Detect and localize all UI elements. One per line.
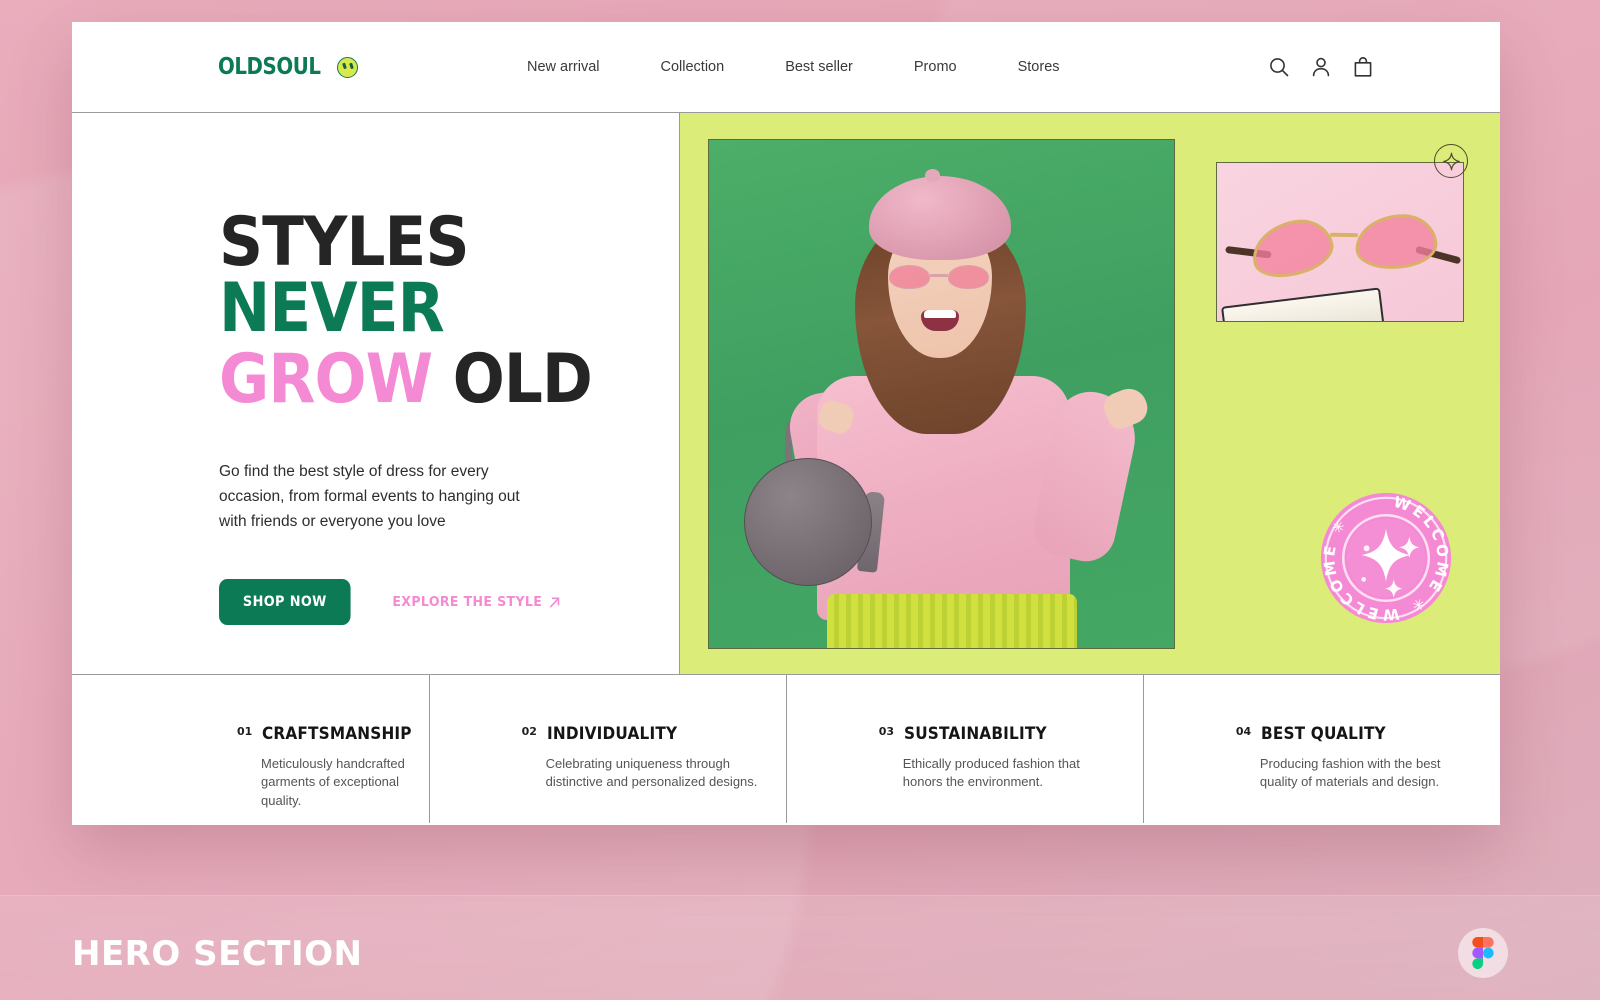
sunglasses-product-card[interactable]	[1216, 162, 1464, 322]
feature-description: Producing fashion with the best quality …	[1259, 756, 1441, 790]
feature-number: 03	[878, 725, 895, 738]
feature-number: 01	[237, 725, 253, 738]
feature-card-best-quality[interactable]: 04 BEST QUALITY Producing fashion with t…	[1144, 675, 1500, 823]
feature-card-sustainability[interactable]: 03 SUSTAINABILITY Ethically produced fas…	[787, 675, 1144, 823]
website-preview-card: OLDSOUL New arrival Collection Best sell…	[72, 22, 1500, 825]
feature-title: SUSTAINABILITY	[904, 724, 1047, 744]
sparkle-badge[interactable]	[1434, 144, 1468, 178]
pink-cat-eye-sunglasses	[1225, 196, 1462, 290]
nav-item-best-seller[interactable]: Best seller	[785, 59, 853, 75]
feature-description: Meticulously handcrafted garments of exc…	[261, 756, 405, 808]
headline-word-never: NEVER	[219, 268, 445, 348]
feature-description: Celebrating uniqueness through distincti…	[545, 756, 758, 790]
nav-item-collection[interactable]: Collection	[661, 59, 725, 75]
nav-item-stores[interactable]: Stores	[1018, 59, 1060, 75]
hero-headline: STYLES NEVER GROW OLD	[219, 209, 606, 414]
welcome-stamp-badge: WELCOME ✳ WELCOME ✳	[1318, 490, 1454, 626]
figma-logo-icon	[1472, 937, 1494, 969]
feature-strip: 01 CRAFTSMANSHIP Meticulously handcrafte…	[72, 675, 1500, 823]
headline-word-grow: GROW	[219, 339, 433, 419]
sunglasses-bridge	[930, 274, 948, 277]
figma-badge[interactable]	[1458, 928, 1508, 978]
site-header: OLDSOUL New arrival Collection Best sell…	[72, 22, 1500, 113]
round-handbag	[744, 458, 872, 586]
headline-word-old: OLD	[452, 339, 593, 419]
feature-title: BEST QUALITY	[1261, 724, 1387, 744]
sunglasses-left-lens	[889, 265, 930, 289]
brand-logo[interactable]: OLDSOUL	[218, 54, 359, 80]
feature-card-craftsmanship[interactable]: 01 CRAFTSMANSHIP Meticulously handcrafte…	[72, 675, 430, 823]
sunglasses-right-lens	[948, 265, 989, 289]
shopping-bag-icon[interactable]	[1351, 55, 1375, 79]
header-actions	[1267, 55, 1375, 79]
hero-copy-panel: STYLES NEVER GROW OLD Go find the best s…	[72, 113, 680, 674]
feature-title: CRAFTSMANSHIP	[262, 724, 413, 744]
feature-description: Ethically produced fashion that honors t…	[902, 756, 1080, 790]
model-smile	[921, 310, 959, 331]
hero-section: STYLES NEVER GROW OLD Go find the best s…	[72, 113, 1500, 675]
arrow-up-right-icon	[550, 597, 560, 608]
nav-item-new-arrival[interactable]: New arrival	[527, 59, 600, 75]
product-bridge	[1329, 232, 1359, 238]
user-account-icon[interactable]	[1309, 55, 1333, 79]
explore-the-style-link[interactable]: EXPLORE THE STYLE	[392, 594, 561, 610]
model-pink-sunglasses	[889, 265, 989, 289]
hero-subcopy: Go find the best style of dress for ever…	[219, 462, 520, 531]
explore-link-label: EXPLORE THE STYLE	[392, 594, 543, 611]
feature-number: 02	[521, 725, 537, 738]
product-right-lens	[1353, 212, 1439, 271]
product-left-lens	[1246, 212, 1339, 284]
shop-now-button[interactable]: SHOP NOW	[219, 579, 351, 626]
feature-title: INDIVIDUALITY	[546, 724, 678, 744]
section-label: HERO SECTION	[72, 934, 363, 974]
feature-number: 04	[1235, 725, 1252, 738]
search-icon[interactable]	[1267, 55, 1291, 79]
model-photo	[708, 139, 1175, 649]
sparkle-star-icon	[1442, 152, 1460, 170]
hero-visual-panel: WELCOME ✳ WELCOME ✳	[680, 113, 1500, 674]
brand-name: OLDSOUL	[218, 54, 321, 80]
smiley-face-icon	[337, 56, 359, 78]
feature-card-individuality[interactable]: 02 INDIVIDUALITY Celebrating uniqueness …	[430, 675, 787, 823]
hero-cta-row: SHOP NOW EXPLORE THE STYLE	[219, 579, 649, 626]
pink-beret-hat	[869, 169, 1011, 260]
main-navigation: New arrival Collection Best seller Promo…	[527, 59, 1060, 75]
sunglasses-case	[1221, 287, 1385, 321]
lime-pleated-skirt	[827, 594, 1077, 648]
nav-item-promo[interactable]: Promo	[914, 59, 957, 75]
